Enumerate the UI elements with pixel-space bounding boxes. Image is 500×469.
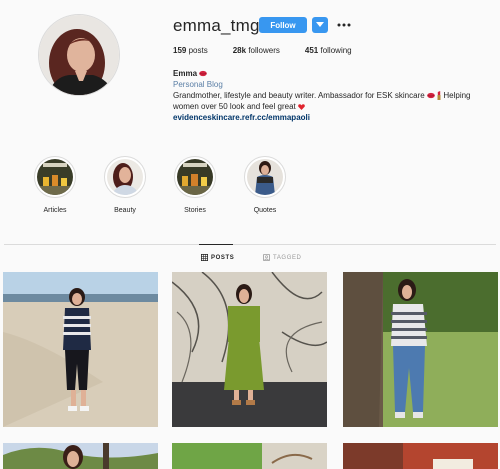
tab-tagged-label: TAGGED (273, 254, 302, 261)
profile-category: Personal Blog (173, 80, 223, 89)
profile-avatar[interactable] (38, 14, 120, 96)
highlight-label: Beauty (114, 207, 136, 214)
chevron-down-icon (316, 22, 324, 27)
active-tab-indicator (199, 244, 233, 245)
tabs-divider (4, 244, 496, 245)
bio-line-1: Grandmother, lifestyle and beauty writer… (173, 91, 425, 100)
highlight-beauty-image (107, 159, 143, 195)
highlight-quotes[interactable]: Quotes (230, 156, 300, 214)
website-link[interactable]: evidenceskincare.refr.cc/emmapaoli (173, 112, 493, 123)
posts-count: 159 posts (173, 46, 208, 55)
suggested-dropdown-button[interactable] (312, 17, 328, 33)
post-beach[interactable] (3, 272, 158, 427)
profile-stats: 159 posts 28k followers 451 following (173, 46, 377, 55)
highlight-articles[interactable]: Articles (20, 156, 90, 214)
more-options-button[interactable] (336, 17, 352, 33)
bio-line-1-tail: Helping (441, 91, 471, 100)
grid-icon (201, 254, 208, 261)
tab-tagged[interactable]: TAGGED (263, 254, 302, 261)
tab-posts[interactable]: POSTS (201, 254, 234, 261)
post-row2-3-image (343, 443, 498, 469)
avatar-image (39, 15, 119, 95)
post-row2-2[interactable] (172, 443, 327, 469)
post-row2-1[interactable] (3, 443, 158, 469)
lips-emoji-icon (199, 71, 208, 77)
highlight-label: Articles (43, 207, 67, 214)
highlight-articles-image (37, 159, 73, 195)
highlight-stories[interactable]: Stories (160, 156, 230, 214)
story-highlights: Articles Beauty Stories Quotes (20, 156, 300, 214)
post-row2-1-image (3, 443, 158, 469)
post-beach-image (3, 272, 158, 427)
post-row2-3[interactable] (343, 443, 498, 469)
following-count[interactable]: 451 following (305, 46, 352, 55)
highlight-label: Quotes (253, 207, 277, 214)
post-garden-image (343, 272, 498, 427)
post-green-dress[interactable] (172, 272, 327, 427)
highlight-stories-image (177, 159, 213, 195)
highlight-label: Stories (184, 207, 206, 214)
heart-emoji-icon (298, 104, 305, 110)
bio-line-2: women over 50 look and feel great (173, 102, 296, 111)
follow-button[interactable]: Follow (259, 17, 307, 33)
more-dots-icon (337, 23, 351, 27)
followers-count[interactable]: 28k followers (233, 46, 280, 55)
post-garden[interactable] (343, 272, 498, 427)
display-name: Emma (173, 69, 198, 78)
tagged-icon (263, 254, 270, 261)
highlight-quotes-image (247, 159, 283, 195)
profile-bio: Emma Personal Blog Grandmother, lifestyl… (173, 68, 493, 123)
highlight-beauty[interactable]: Beauty (90, 156, 160, 214)
tab-posts-label: POSTS (211, 254, 235, 261)
post-green-dress-image (172, 272, 327, 427)
profile-username: emma_tmgr (173, 16, 266, 35)
lips-emoji-icon (427, 93, 435, 99)
post-row2-2-image (172, 443, 327, 469)
